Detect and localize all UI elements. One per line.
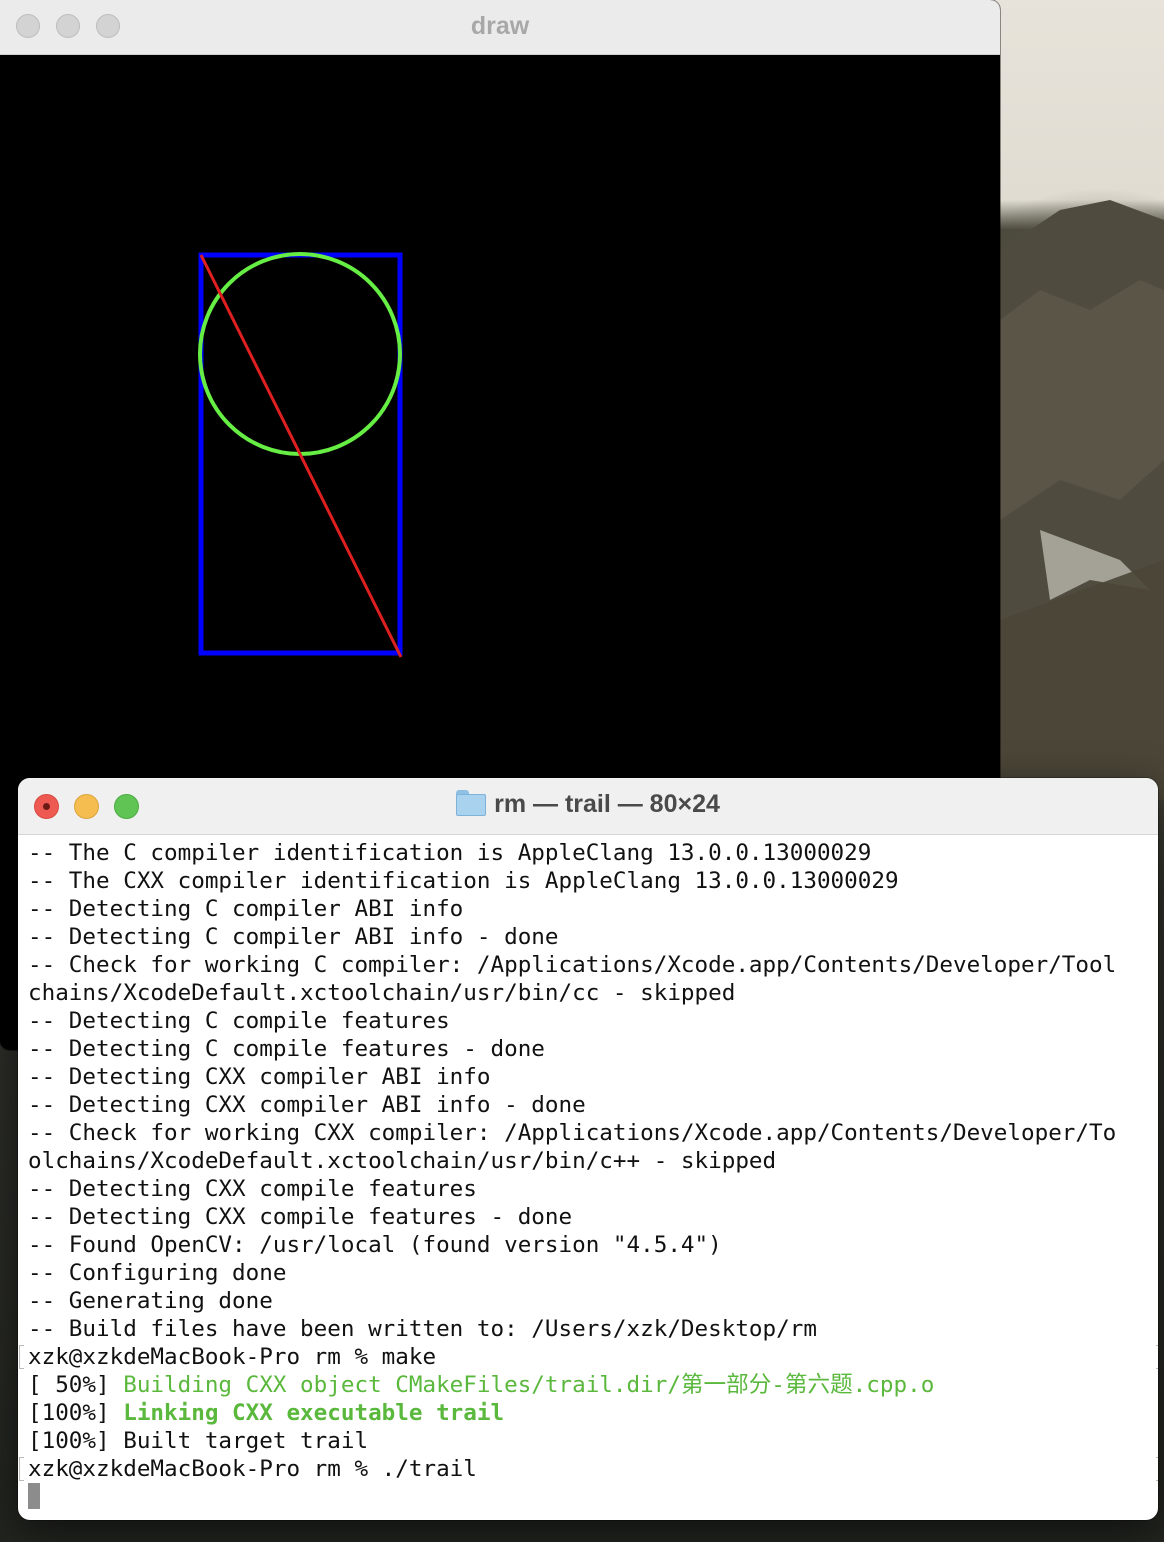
draw-titlebar[interactable]: draw: [0, 0, 1000, 55]
line-text: xzk@xzkdeMacBook-Pro rm % ./trail: [28, 1456, 477, 1482]
red-diagonal-line: [199, 254, 403, 658]
output-line: -- The C compiler identification is Appl…: [28, 839, 1158, 867]
cursor-line: [28, 1483, 1158, 1511]
line-text: -- Detecting C compiler ABI info: [28, 896, 464, 922]
line-text: -- Detecting CXX compile features - done: [28, 1204, 573, 1230]
line-text: -- Detecting C compiler ABI info - done: [28, 924, 559, 950]
line-text: -- Build files have been written to: /Us…: [28, 1316, 817, 1342]
window-title: rm — trail — 80×24: [494, 790, 720, 818]
output-line: -- Check for working CXX compiler: /Appl…: [28, 1119, 1158, 1147]
line-text: -- Found OpenCV: /usr/local (found versi…: [28, 1232, 722, 1258]
line-text: [100%]: [28, 1400, 124, 1426]
line-text: -- Detecting C compile features: [28, 1008, 450, 1034]
window-title: draw: [470, 12, 530, 40]
output-line: -- Detecting CXX compile features - done: [28, 1203, 1158, 1231]
line-text: xzk@xzkdeMacBook-Pro rm % make: [28, 1344, 437, 1370]
prompt-line: xzk@xzkdeMacBook-Pro rm % make: [19, 1343, 1158, 1371]
output-line: -- Detecting C compile features: [28, 1007, 1158, 1035]
prompt-line: xzk@xzkdeMacBook-Pro rm % ./trail: [19, 1455, 1158, 1483]
output-line: -- Detecting C compile features - done: [28, 1035, 1158, 1063]
output-line: chains/XcodeDefault.xctoolchain/usr/bin/…: [28, 979, 1158, 1007]
output-line: -- Check for working C compiler: /Applic…: [28, 951, 1158, 979]
output-line: [ 50%] Building CXX object CMakeFiles/tr…: [28, 1371, 1158, 1399]
line-text: -- Check for working C compiler: /Applic…: [28, 952, 1117, 978]
output-line: -- The CXX compiler identification is Ap…: [28, 867, 1158, 895]
output-line: -- Detecting CXX compile features: [28, 1175, 1158, 1203]
output-line: -- Detecting CXX compiler ABI info - don…: [28, 1091, 1158, 1119]
terminal-window[interactable]: rm — trail — 80×24 -- The C compiler ide…: [18, 778, 1158, 1520]
output-line: -- Found OpenCV: /usr/local (found versi…: [28, 1231, 1158, 1259]
line-text: olchains/XcodeDefault.xctoolchain/usr/bi…: [28, 1148, 777, 1174]
line-text: -- Detecting CXX compiler ABI info - don…: [28, 1092, 586, 1118]
output-line: olchains/XcodeDefault.xctoolchain/usr/bi…: [28, 1147, 1158, 1175]
green-circle: [198, 252, 402, 456]
line-text: [100%] Built target trail: [28, 1428, 369, 1454]
output-line: [100%] Linking CXX executable trail: [28, 1399, 1158, 1427]
output-line: -- Build files have been written to: /Us…: [28, 1315, 1158, 1343]
output-line: [100%] Built target trail: [28, 1427, 1158, 1455]
text-cursor: [28, 1483, 40, 1509]
output-line: -- Detecting C compiler ABI info: [28, 895, 1158, 923]
output-line: -- Detecting CXX compiler ABI info: [28, 1063, 1158, 1091]
line-text: -- Detecting C compile features - done: [28, 1036, 545, 1062]
line-text: -- The CXX compiler identification is Ap…: [28, 868, 899, 894]
line-text: -- Detecting CXX compiler ABI info: [28, 1064, 491, 1090]
line-text: chains/XcodeDefault.xctoolchain/usr/bin/…: [28, 980, 736, 1006]
output-line: -- Generating done: [28, 1287, 1158, 1315]
line-text: -- Detecting CXX compile features: [28, 1176, 477, 1202]
output-line: -- Detecting C compiler ABI info - done: [28, 923, 1158, 951]
wallpaper-mountain: [1000, 200, 1164, 800]
line-text: -- The C compiler identification is Appl…: [28, 840, 872, 866]
line-text: -- Generating done: [28, 1288, 273, 1314]
line-text: -- Configuring done: [28, 1260, 287, 1286]
folder-icon: [456, 790, 487, 816]
line-text: -- Check for working CXX compiler: /Appl…: [28, 1120, 1117, 1146]
line-text: Building CXX object CMakeFiles/trail.dir…: [123, 1372, 935, 1398]
terminal-output[interactable]: -- The C compiler identification is Appl…: [18, 835, 1158, 1520]
terminal-titlebar[interactable]: rm — trail — 80×24: [18, 778, 1158, 835]
line-text: Linking CXX executable trail: [123, 1400, 505, 1426]
line-text: [ 50%]: [28, 1372, 124, 1398]
output-line: -- Configuring done: [28, 1259, 1158, 1287]
